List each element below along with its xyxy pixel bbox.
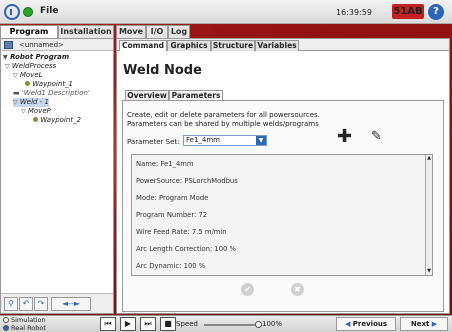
clock: 16:39:59 [336, 8, 372, 17]
tree-scroll-arrows[interactable]: ◄--► [51, 297, 91, 311]
search-icon[interactable]: ⚲ [4, 297, 18, 311]
chevron-down-icon: ▼ [256, 136, 266, 145]
add-parameter-set-icon[interactable]: ✚ [337, 128, 352, 146]
tab-io[interactable]: I/O [146, 25, 168, 38]
previous-button[interactable]: ◀ Previous [336, 317, 396, 331]
param-list-scrollbar[interactable]: ▲ ▼ [425, 155, 432, 275]
arrow-left-icon: ◀ [344, 320, 351, 328]
next-label: Next [410, 320, 430, 328]
real-robot-label: Real Robot [11, 324, 46, 332]
tab-command[interactable]: Command [119, 40, 167, 51]
scroll-up-icon[interactable]: ▲ [426, 155, 432, 162]
tree-node-waypoint-1[interactable]: Waypoint_1 [25, 80, 73, 89]
skip-back-icon[interactable]: ⏮ [100, 317, 116, 331]
tab-installation[interactable]: Installation [58, 25, 114, 38]
comment-icon: ▬ [13, 89, 20, 97]
cancel-icon[interactable]: ✖ [291, 283, 304, 296]
sub-tabs: Command Graphics Structure Variables [117, 39, 449, 51]
tab-graphics[interactable]: Graphics [167, 40, 211, 51]
tree-node-label: 'Weld1 Description' [21, 89, 90, 97]
tree-node-robot-program[interactable]: ▼ Robot Program [3, 53, 69, 62]
program-tree-panel: <unnamed> ▼ Robot Program ▽ WeldProcess … [0, 38, 114, 314]
description-line-2: Parameters can be shared by multiple wel… [127, 120, 319, 128]
param-mode: Mode: Program Mode [136, 194, 209, 202]
tab-variables[interactable]: Variables [255, 40, 299, 51]
tree-node-label: Robot Program [10, 53, 70, 61]
speed-slider-handle[interactable] [255, 321, 262, 328]
edit-parameter-set-icon[interactable]: ✎ [371, 129, 382, 145]
expand-triangle-icon: ▽ [13, 99, 18, 106]
run-mode-selector: Simulation Real Robot [3, 316, 46, 332]
parameter-list: Name: Fe1_4mm PowerSource: PSLorchModbus… [131, 154, 433, 276]
tree-node-label: MoveP [27, 107, 51, 115]
file-menu[interactable]: File [40, 6, 58, 16]
param-arc-length-correction: Arc Length Correction: 100 % [136, 245, 237, 253]
parameter-set-select[interactable]: Fe1_4mm ▼ [183, 135, 267, 146]
param-arc-dynamic: Arc Dynamic: 100 % [136, 262, 206, 270]
tree-node-label: Waypoint_2 [40, 116, 82, 124]
tree-node-label: Waypoint_1 [32, 80, 74, 88]
param-powersource: PowerSource: PSLorchModbus [136, 177, 238, 185]
expand-triangle-icon: ▽ [13, 72, 18, 79]
parameter-set-value: Fe1_4mm [186, 136, 220, 144]
real-robot-radio[interactable] [3, 325, 9, 331]
command-panel: Command Graphics Structure Variables Wel… [116, 38, 450, 314]
tab-program[interactable]: Program [0, 25, 58, 38]
tab-log[interactable]: Log [168, 25, 190, 38]
waypoint-icon [33, 117, 38, 122]
param-program-number: Program Number: 72 [136, 211, 208, 219]
undo-icon[interactable]: ↶ [19, 297, 33, 311]
program-name-bar: <unnamed> [1, 39, 113, 51]
top-bar: File 16:39:59 51AB ? [0, 0, 452, 24]
tree-node-comment[interactable]: ▬ 'Weld1 Description' [13, 89, 90, 98]
step-icon[interactable]: ⏭ [140, 317, 156, 331]
arrow-right-icon: ▶ [431, 320, 438, 328]
tree-node-weldprocess[interactable]: ▽ WeldProcess [5, 62, 56, 71]
speed-value: 100% [262, 320, 283, 328]
tree-node-waypoint-2[interactable]: Waypoint_2 [33, 116, 81, 125]
expand-triangle-icon: ▼ [3, 54, 8, 61]
ur-logo-icon [4, 4, 20, 20]
tree-node-label: Weld - 1 [19, 98, 49, 106]
simulation-radio[interactable] [3, 317, 9, 323]
tree-node-label: WeldProcess [11, 62, 57, 70]
simulation-option[interactable]: Simulation [3, 316, 46, 324]
param-name: Name: Fe1_4mm [136, 160, 194, 168]
tree-node-weld-1[interactable]: ▽ Weld - 1 [13, 98, 49, 107]
real-robot-option[interactable]: Real Robot [3, 324, 46, 332]
speed-label: Speed [176, 320, 198, 328]
param-wire-feed-rate: Wire Feed Rate: 7.5 m/min [136, 228, 227, 236]
scroll-down-icon[interactable]: ▼ [426, 268, 432, 275]
simulation-label: Simulation [11, 316, 46, 324]
robot-id-badge[interactable]: 51AB [392, 4, 424, 19]
page-title: Weld Node [123, 63, 202, 78]
tree-node-label: MoveL [19, 71, 43, 79]
redo-icon[interactable]: ↷ [34, 297, 48, 311]
save-icon[interactable] [4, 41, 13, 49]
parameter-set-label: Parameter Set: [127, 138, 180, 146]
tree-toolbar: ⚲ ↶ ↷ ◄--► [1, 293, 113, 313]
parameters-box: Create, edit or delete parameters for al… [122, 100, 444, 312]
tab-move[interactable]: Move [116, 25, 146, 38]
program-tree: ▼ Robot Program ▽ WeldProcess ▽ MoveL Wa… [1, 52, 113, 292]
waypoint-icon [25, 81, 30, 86]
tab-structure[interactable]: Structure [211, 40, 255, 51]
help-icon[interactable]: ? [428, 4, 444, 20]
bottom-bar: Simulation Real Robot ⏮ ▶ ⏭ ■ Speed 100%… [0, 315, 452, 332]
tree-node-movep[interactable]: ▽ MoveP [21, 107, 51, 116]
speed-slider[interactable] [204, 324, 260, 326]
description-line-1: Create, edit or delete parameters for al… [127, 111, 320, 119]
description: Create, edit or delete parameters for al… [127, 111, 437, 129]
program-name: <unnamed> [19, 41, 64, 49]
play-icon[interactable]: ▶ [120, 317, 136, 331]
next-button[interactable]: Next ▶ [400, 317, 448, 331]
tree-node-movel[interactable]: ▽ MoveL [13, 71, 43, 80]
main-tabs: Program Installation Move I/O Log [0, 25, 452, 38]
expand-triangle-icon: ▽ [21, 108, 26, 115]
robot-status-icon[interactable] [23, 7, 33, 17]
confirm-icon[interactable]: ✔ [241, 283, 254, 296]
previous-label: Previous [352, 320, 388, 328]
stop-icon[interactable]: ■ [160, 317, 176, 331]
expand-triangle-icon: ▽ [5, 63, 10, 70]
